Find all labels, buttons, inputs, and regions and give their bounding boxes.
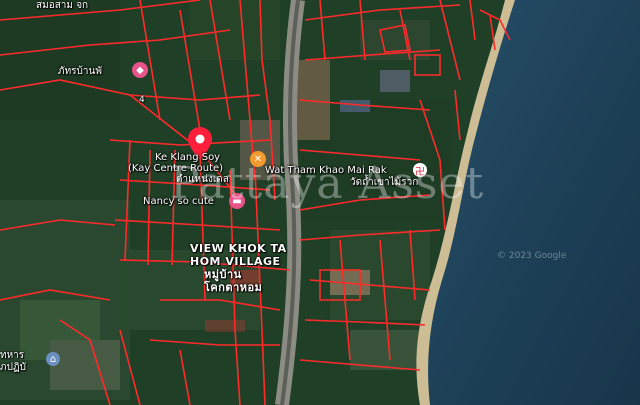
place-label-top: สมอสาม จก: [36, 0, 89, 11]
museum-icon[interactable]: ⌂: [46, 352, 60, 366]
watermark: Pattaya Asset: [170, 158, 485, 209]
military-label-line2: ภปฏิบั: [0, 362, 27, 373]
view-label-th1: หมู่บ้าน: [204, 268, 242, 281]
place-label-village: ภัทรบ้านพั: [58, 66, 102, 77]
military-label-line1: ทหาร: [0, 350, 25, 361]
map-view[interactable]: สมอสาม จก ภัทรบ้านพั ◆ 4 Ke Klang Soy (K…: [0, 0, 640, 405]
road-number-label: 4: [139, 95, 145, 105]
view-label-line2: HOM VILLAGE: [190, 255, 281, 268]
view-label-th2: โคกตาหอม: [204, 281, 263, 294]
map-copyright: © 2023 Google: [497, 251, 567, 261]
shopping-icon[interactable]: ◆: [132, 62, 148, 78]
view-label-line1: VIEW KHOK TA: [190, 242, 287, 255]
